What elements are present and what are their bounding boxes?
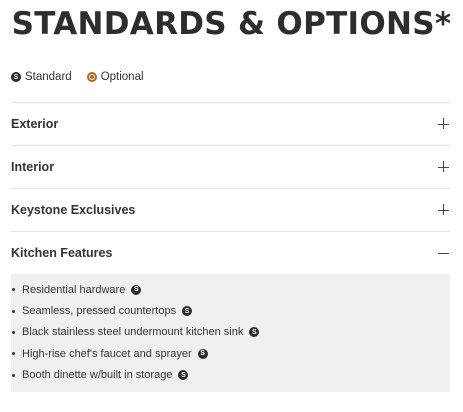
accordion-label: Interior <box>11 160 55 174</box>
list-item: High-rise chef's faucet and sprayer S <box>11 343 450 364</box>
standard-icon: S <box>131 284 142 295</box>
list-item: Booth dinette w/built in storage S <box>11 365 450 386</box>
plus-icon[interactable] <box>438 118 450 130</box>
standard-icon: S <box>182 306 193 317</box>
bullet-icon <box>12 352 15 356</box>
plus-icon[interactable] <box>438 204 450 216</box>
bullet-icon <box>12 309 15 313</box>
feature-text: Residential hardware <box>22 283 126 296</box>
accordion-kitchen-features[interactable]: Kitchen Features <box>11 231 450 274</box>
accordion-exterior[interactable]: Exterior <box>11 102 450 145</box>
legend-standard-label: Standard <box>25 71 72 83</box>
standard-icon: S <box>197 348 208 359</box>
list-item: Residential hardware S <box>11 279 450 300</box>
standard-icon: S <box>249 327 260 338</box>
feature-text: Black stainless steel undermount kitchen… <box>22 326 244 339</box>
accordion-keystone-exclusives[interactable]: Keystone Exclusives <box>11 188 450 231</box>
bullet-icon <box>12 288 15 292</box>
list-item: Black stainless steel undermount kitchen… <box>11 322 450 343</box>
accordion-label: Keystone Exclusives <box>11 203 136 217</box>
standard-icon: S <box>11 72 21 82</box>
features-accordion: Exterior Interior Keystone Exclusives Ki… <box>11 102 450 392</box>
standard-icon: S <box>178 370 189 381</box>
optional-icon <box>86 72 97 82</box>
plus-icon[interactable] <box>438 161 450 173</box>
legend-standard: S Standard <box>11 71 72 83</box>
legend: S Standard Optional <box>11 71 159 83</box>
feature-text: Seamless, pressed countertops <box>22 305 177 318</box>
minus-icon[interactable] <box>438 247 450 259</box>
legend-optional-label: Optional <box>100 71 144 83</box>
accordion-label: Kitchen Features <box>11 246 113 260</box>
list-item: Seamless, pressed countertops S <box>11 300 450 321</box>
legend-optional: Optional <box>86 71 144 83</box>
kitchen-features-panel: Residential hardware S Seamless, pressed… <box>11 274 450 392</box>
bullet-icon <box>12 330 15 334</box>
accordion-interior[interactable]: Interior <box>11 145 450 188</box>
accordion-label: Exterior <box>11 117 59 131</box>
feature-text: Booth dinette w/built in storage <box>22 369 173 382</box>
page-title: STANDARDS & OPTIONS* <box>11 6 452 42</box>
bullet-icon <box>12 373 15 377</box>
feature-text: High-rise chef's faucet and sprayer <box>22 347 192 360</box>
